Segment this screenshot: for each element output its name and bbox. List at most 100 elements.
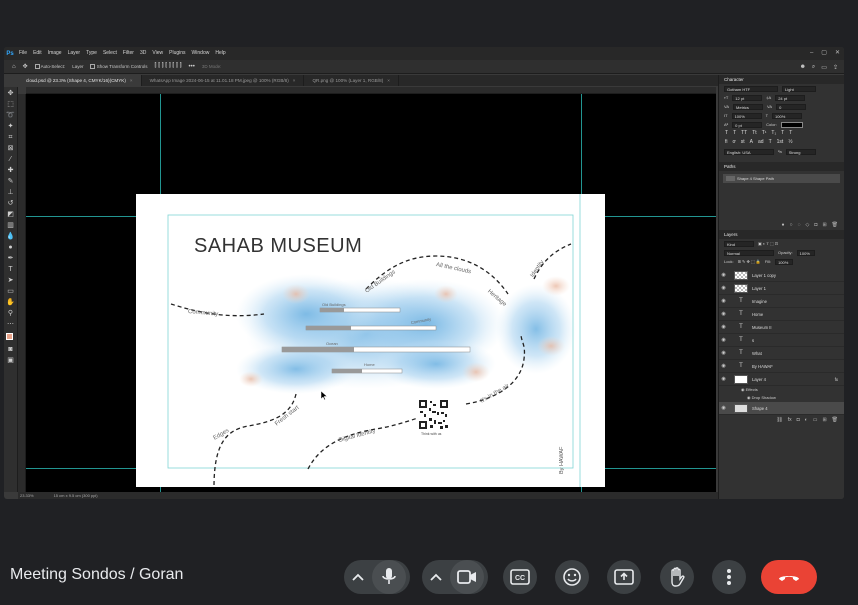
menu-type[interactable]: Type bbox=[83, 47, 100, 60]
present-button[interactable] bbox=[607, 560, 641, 594]
auto-select-checkbox[interactable]: Auto-Select: bbox=[34, 64, 65, 70]
eye-icon[interactable]: ◉ bbox=[719, 272, 728, 278]
kerning-field[interactable]: Metrics bbox=[733, 103, 764, 110]
filter-icons[interactable]: ▣ ◐ T ⬚ ⊡ bbox=[758, 241, 778, 246]
mask-icon[interactable]: ◘ bbox=[797, 417, 800, 425]
ordinal-icon[interactable]: T bbox=[769, 139, 772, 146]
eye-icon[interactable]: ◉ bbox=[719, 285, 728, 291]
mic-options-button[interactable] bbox=[344, 573, 372, 581]
font-style-field[interactable]: Light bbox=[782, 85, 816, 92]
strikethrough-icon[interactable]: T bbox=[789, 130, 792, 137]
menu-window[interactable]: Window bbox=[189, 47, 213, 60]
menu-help[interactable]: Help bbox=[212, 47, 228, 60]
titling-icon[interactable]: ad bbox=[758, 139, 764, 146]
faux-italic-icon[interactable]: T bbox=[733, 130, 736, 137]
delete-layer-icon[interactable]: 🗑 bbox=[832, 417, 838, 425]
swash-icon[interactable]: st bbox=[741, 139, 745, 146]
zoom-tool-icon[interactable]: ⚲ bbox=[6, 309, 15, 318]
ligature-icon[interactable]: ﬁ bbox=[725, 139, 728, 146]
eye-icon[interactable]: ◉ bbox=[719, 311, 728, 317]
opacity-field[interactable]: 100% bbox=[796, 249, 815, 256]
layer-row[interactable]: ◉ Layer 4 fx bbox=[719, 373, 844, 386]
more-tools-icon[interactable]: ⋯ bbox=[6, 320, 15, 329]
stamp-tool-icon[interactable]: ⊥ bbox=[6, 188, 15, 197]
menu-view[interactable]: View bbox=[149, 47, 166, 60]
captions-button[interactable]: CC bbox=[503, 560, 537, 594]
history-brush-icon[interactable]: ↺ bbox=[6, 199, 15, 208]
underline-icon[interactable]: T bbox=[781, 130, 784, 137]
menu-select[interactable]: Select bbox=[100, 47, 120, 60]
blur-tool-icon[interactable]: 💧 bbox=[6, 232, 15, 241]
microphone-button[interactable] bbox=[372, 560, 406, 594]
marquee-tool-icon[interactable]: ⬚ bbox=[6, 100, 15, 109]
hscale-field[interactable]: 100% bbox=[772, 112, 803, 119]
eye-icon[interactable]: ◉ bbox=[719, 363, 728, 369]
new-path-icon[interactable]: ⊞ bbox=[822, 222, 826, 230]
tab-qr-png[interactable]: QR.png @ 100% (Layer 1, RGB/8) × bbox=[304, 75, 399, 86]
oldstyle-icon[interactable]: ơ bbox=[733, 139, 736, 146]
layer-row-selected[interactable]: ◉ Shape 4 bbox=[719, 402, 844, 415]
frame-tool-icon[interactable]: ⊠ bbox=[6, 144, 15, 153]
path-selection-icon[interactable]: ➤ bbox=[6, 276, 15, 285]
magic-wand-icon[interactable]: ✦ bbox=[6, 122, 15, 131]
more-options-button[interactable] bbox=[712, 560, 746, 594]
font-size-field[interactable]: 12 pt bbox=[732, 94, 763, 101]
menu-file[interactable]: File bbox=[16, 47, 30, 60]
layer-filter-kind[interactable]: Kind bbox=[724, 240, 754, 247]
eye-icon[interactable]: ◉ bbox=[719, 324, 728, 330]
eye-icon[interactable]: ◉ bbox=[719, 405, 728, 411]
link-icon[interactable]: ⛓ bbox=[776, 417, 782, 425]
half-icon[interactable]: ½ bbox=[788, 139, 792, 146]
drop-shadow-row[interactable]: ◉ Drop Shadow bbox=[719, 394, 844, 402]
close-tab-icon[interactable]: × bbox=[387, 78, 390, 83]
fill-field[interactable]: 100% bbox=[775, 258, 794, 265]
workspace-icon[interactable]: ▭ bbox=[821, 64, 827, 71]
tracking-field[interactable]: 0 bbox=[776, 103, 807, 110]
layer-row[interactable]: ◉ T Imagine bbox=[719, 295, 844, 308]
align-icons[interactable]: ⫿ ⫿ ⫿ ⫿ ⫿ ⫿ ⫿ ⫿ bbox=[155, 63, 182, 70]
fx-badge[interactable]: fx bbox=[835, 377, 838, 382]
layer-row[interactable]: ◉ Layer 1 bbox=[719, 282, 844, 295]
layer-row[interactable]: ◉ T By HAWAF bbox=[719, 360, 844, 373]
rectangle-tool-icon[interactable]: ▭ bbox=[6, 287, 15, 296]
quick-mask-icon[interactable]: ◙ bbox=[6, 345, 15, 354]
faux-bold-icon[interactable]: T bbox=[725, 130, 728, 137]
eye-icon[interactable]: ◉ bbox=[719, 350, 728, 356]
eye-icon[interactable]: ◉ bbox=[719, 298, 728, 304]
fraction-icon[interactable]: 1st bbox=[777, 139, 784, 146]
font-family-field[interactable]: Gotham HTF bbox=[724, 85, 778, 92]
camera-options-button[interactable] bbox=[422, 573, 450, 581]
gradient-tool-icon[interactable]: ▥ bbox=[6, 221, 15, 230]
path-item[interactable]: Shape 4 Shape Path bbox=[723, 174, 840, 183]
menu-edit[interactable]: Edit bbox=[30, 47, 45, 60]
home-icon[interactable]: ⌂ bbox=[12, 64, 16, 70]
brush-tool-icon[interactable]: ✎ bbox=[6, 177, 15, 186]
hand-tool-icon[interactable]: ✋ bbox=[6, 298, 15, 307]
tab-layers[interactable]: Layers bbox=[719, 230, 844, 239]
vscale-field[interactable]: 100% bbox=[731, 112, 762, 119]
eraser-tool-icon[interactable]: ◩ bbox=[6, 210, 15, 219]
delete-path-icon[interactable]: 🗑 bbox=[832, 222, 838, 230]
share-upload-icon[interactable]: ⇪ bbox=[833, 64, 838, 71]
more-icon[interactable]: ••• bbox=[189, 64, 195, 70]
layer-row[interactable]: ◉ T Home bbox=[719, 308, 844, 321]
close-tab-icon[interactable]: × bbox=[293, 78, 296, 83]
pen-tool-icon[interactable]: ✒ bbox=[6, 254, 15, 263]
eye-icon[interactable]: ◉ bbox=[719, 337, 728, 343]
menu-plugins[interactable]: Plugins bbox=[166, 47, 188, 60]
subscript-icon[interactable]: T₁ bbox=[771, 130, 776, 137]
minimize-icon[interactable]: – bbox=[810, 47, 813, 60]
maximize-icon[interactable]: ▢ bbox=[821, 47, 827, 60]
crop-tool-icon[interactable]: ⌗ bbox=[6, 133, 15, 142]
lasso-tool-icon[interactable]: ➰ bbox=[6, 111, 15, 120]
eye-icon[interactable]: ◉ bbox=[719, 376, 728, 382]
menu-image[interactable]: Image bbox=[45, 47, 65, 60]
leave-call-button[interactable] bbox=[761, 560, 817, 594]
superscript-icon[interactable]: T¹ bbox=[762, 130, 767, 137]
type-tool-icon[interactable]: T bbox=[6, 265, 15, 274]
tab-cloud-psd[interactable]: cloud.psd @ 23.3% (Shape 4, CMYK/16)(CMY… bbox=[18, 75, 142, 86]
close-tab-icon[interactable]: × bbox=[130, 78, 133, 83]
share-icon[interactable]: ☻ bbox=[800, 64, 806, 70]
load-selection-icon[interactable]: ◌ bbox=[798, 222, 801, 230]
alt-icon[interactable]: A bbox=[750, 139, 753, 146]
